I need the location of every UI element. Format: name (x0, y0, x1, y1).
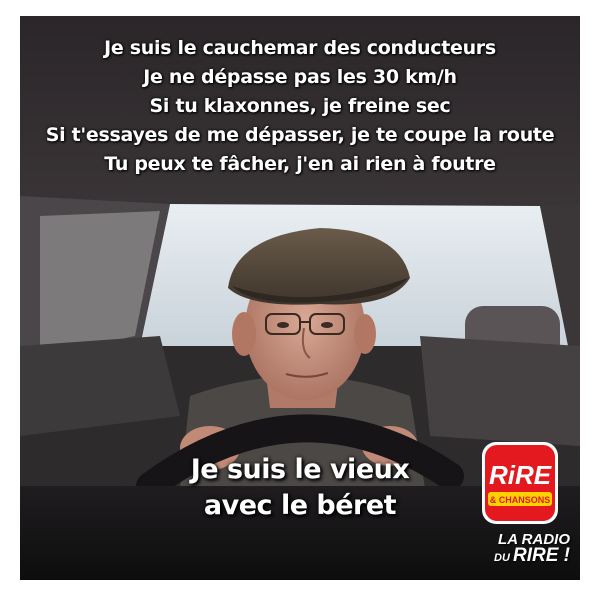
tagline-prefix: DU (494, 552, 510, 564)
tagline: LA RADIO DU RIRE ! (460, 532, 578, 566)
caption-line: Tu peux te fâcher, j'en ai rien à foutre (104, 153, 496, 175)
caption-line: Si tu klaxonnes, je freine sec (149, 95, 451, 117)
meme-image: Je suis le cauchemar des conducteurs Je … (20, 16, 580, 580)
rire-et-chansons-logo: RiRE & CHANSONS (482, 442, 558, 524)
top-caption: Je suis le cauchemar des conducteurs Je … (20, 34, 580, 179)
caption-line: Je suis le vieux (190, 454, 410, 485)
tagline-line-2: DU RIRE ! (460, 545, 578, 566)
caption-line: avec le béret (203, 490, 397, 521)
tagline-main: RIRE ! (513, 545, 570, 566)
svg-text:& CHANSONS: & CHANSONS (490, 495, 551, 505)
bottom-caption: Je suis le vieux avec le béret (150, 452, 450, 524)
caption-line: Si t'essayes de me dépasser, je te coupe… (45, 124, 555, 146)
caption-line: Je ne dépasse pas les 30 km/h (143, 66, 457, 88)
svg-text:RiRE: RiRE (489, 460, 552, 490)
caption-line: Je suis le cauchemar des conducteurs (104, 37, 496, 59)
